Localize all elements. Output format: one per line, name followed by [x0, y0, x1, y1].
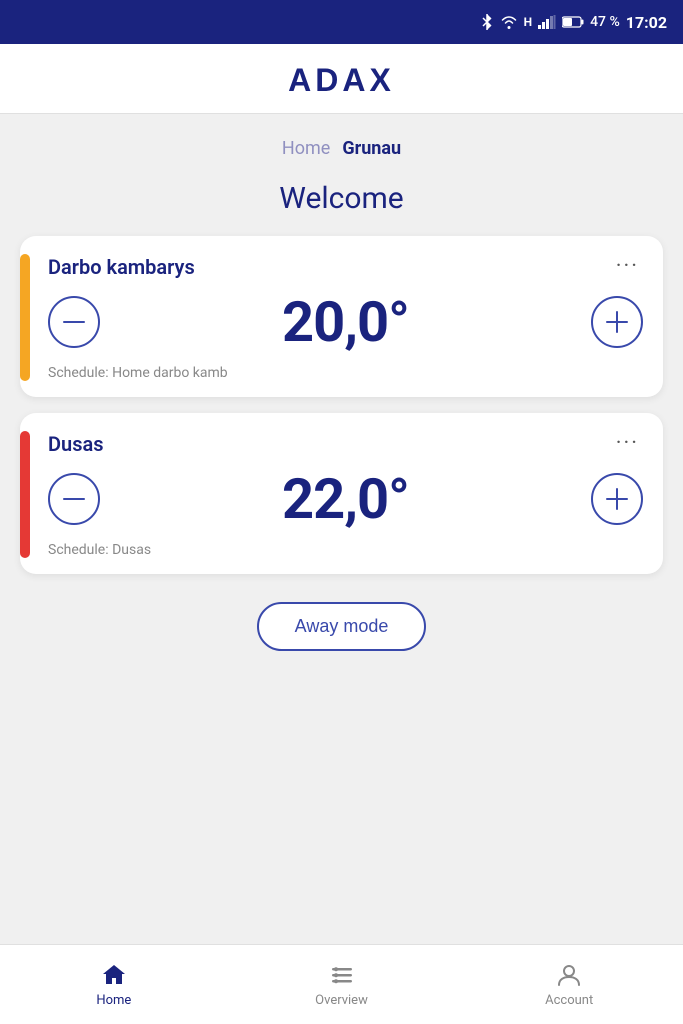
status-icons: H 47 % 17:02: [480, 13, 667, 32]
status-bar: H 47 % 17:02: [0, 0, 683, 44]
breadcrumb: Home Grunau: [0, 114, 683, 167]
home-nav-icon: [100, 961, 128, 989]
app-header: ADAX: [0, 44, 683, 114]
cards-container: Darbo kambarys ··· 20,0° Schedule: Home …: [0, 236, 683, 574]
card-header-row-dusas: Dusas ···: [48, 431, 643, 456]
card-controls-dusas: 22,0°: [48, 462, 643, 536]
decrease-temp-darbo[interactable]: [48, 296, 100, 348]
increase-temp-darbo[interactable]: [591, 296, 643, 348]
nav-label-overview: Overview: [315, 993, 368, 1008]
battery-icon: [562, 16, 584, 28]
device-name-dusas: Dusas: [48, 432, 104, 456]
decrease-temp-dusas[interactable]: [48, 473, 100, 525]
network-type: H: [524, 15, 532, 29]
battery-percent: 47 %: [590, 14, 620, 30]
welcome-title: Welcome: [0, 167, 683, 236]
nav-item-account[interactable]: Account: [455, 961, 683, 1008]
card-accent-dusas: [20, 431, 30, 558]
account-nav-icon: [555, 961, 583, 989]
card-controls-darbo: 20,0°: [48, 285, 643, 359]
nav-item-home[interactable]: Home: [0, 961, 228, 1008]
card-body-dusas: Dusas ··· 22,0° Schedule: Dusas: [48, 431, 643, 558]
device-menu-dusas[interactable]: ···: [612, 431, 643, 456]
nav-label-home: Home: [96, 993, 131, 1008]
clock: 17:02: [626, 13, 667, 32]
bluetooth-icon: [480, 13, 494, 31]
wifi-icon: [500, 15, 518, 29]
card-accent-darbo: [20, 254, 30, 381]
device-name-darbo: Darbo kambarys: [48, 255, 195, 279]
away-mode-container: Away mode: [0, 574, 683, 671]
away-mode-button[interactable]: Away mode: [257, 602, 427, 651]
nav-label-account: Account: [545, 993, 593, 1008]
card-header-row-darbo: Darbo kambarys ···: [48, 254, 643, 279]
app-logo: ADAX: [0, 62, 683, 99]
bottom-nav: Home Overview Account: [0, 944, 683, 1024]
device-card-dusas: Dusas ··· 22,0° Schedule: Dusas: [20, 413, 663, 574]
signal-icon: [538, 15, 556, 29]
temperature-dusas: 22,0°: [282, 466, 409, 532]
breadcrumb-home[interactable]: Home: [282, 138, 330, 159]
temperature-darbo: 20,0°: [282, 289, 409, 355]
device-menu-darbo[interactable]: ···: [612, 254, 643, 279]
overview-nav-icon: [328, 961, 356, 989]
device-card-darbo: Darbo kambarys ··· 20,0° Schedule: Home …: [20, 236, 663, 397]
schedule-darbo: Schedule: Home darbo kamb: [48, 365, 643, 381]
nav-item-overview[interactable]: Overview: [228, 961, 456, 1008]
main-content: Home Grunau Welcome Darbo kambarys ··· 2…: [0, 114, 683, 1024]
increase-temp-dusas[interactable]: [591, 473, 643, 525]
breadcrumb-location[interactable]: Grunau: [342, 138, 401, 159]
card-body-darbo: Darbo kambarys ··· 20,0° Schedule: Home …: [48, 254, 643, 381]
schedule-dusas: Schedule: Dusas: [48, 542, 643, 558]
